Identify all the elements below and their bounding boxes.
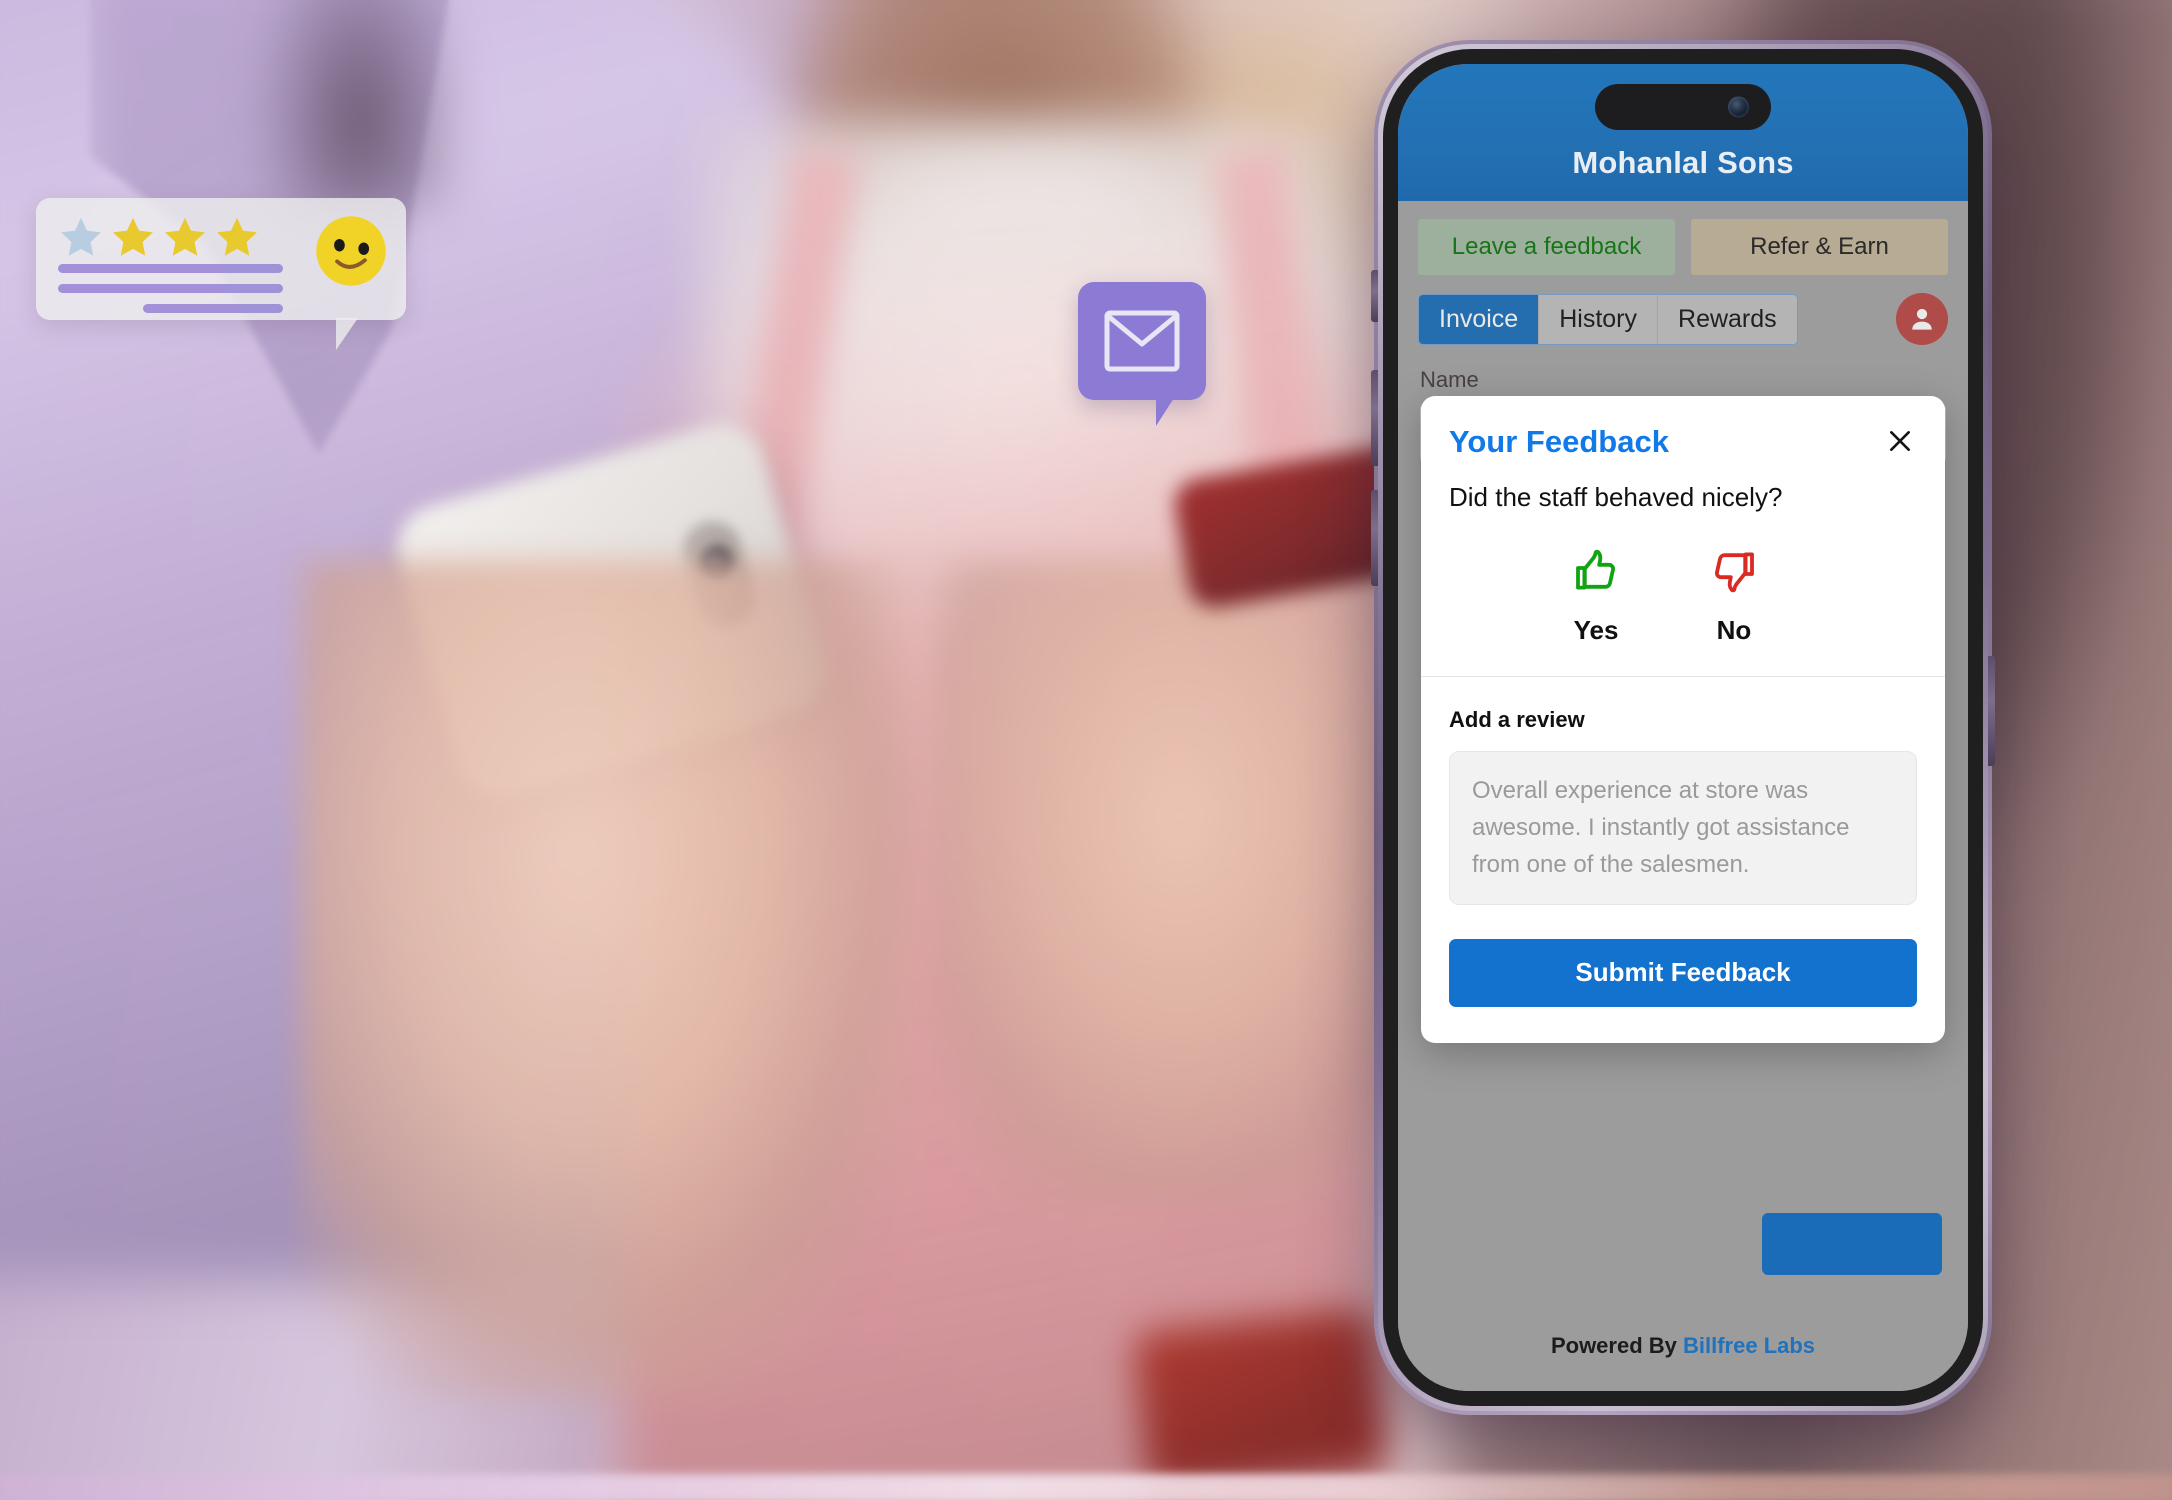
smiley-face-icon xyxy=(316,216,386,286)
feedback-option-no-label: No xyxy=(1716,615,1752,645)
mail-speech-bubble xyxy=(1078,282,1206,426)
close-button[interactable] xyxy=(1883,424,1917,458)
background-hands-left xyxy=(300,560,920,1400)
phone-silent-switch[interactable] xyxy=(1371,270,1378,322)
background-hands-right xyxy=(930,560,1450,1200)
feedback-modal-header: Your Feedback xyxy=(1449,424,1917,460)
powered-by-footer: Powered By Billfree Labs xyxy=(1398,1333,1968,1359)
feedback-option-yes[interactable]: Yes xyxy=(1553,547,1639,646)
phone-power-button[interactable] xyxy=(1988,656,1995,766)
phone-volume-up-button[interactable] xyxy=(1371,370,1378,466)
star-icon-filled xyxy=(113,217,153,256)
feedback-question: Did the staff behaved nicely? xyxy=(1449,482,1783,512)
star-rating xyxy=(58,214,260,260)
review-bubble-tail xyxy=(336,318,358,350)
phone-volume-down-button[interactable] xyxy=(1371,490,1378,586)
page-title: Mohanlal Sons xyxy=(1572,145,1794,180)
app-body: Leave a feedback Refer & Earn Invoice Hi… xyxy=(1398,201,1968,1391)
thumbs-up-icon xyxy=(1576,549,1615,590)
feedback-modal: Your Feedback Did the staff behaved nice… xyxy=(1421,396,1945,1043)
feedback-modal-bottom: Add a review Overall experience at store… xyxy=(1421,677,1945,1043)
feedback-option-no[interactable]: No xyxy=(1691,547,1777,646)
add-a-review-label: Add a review xyxy=(1449,707,1585,732)
phone-mockup: Mohanlal Sons Leave a feedback Refer & E… xyxy=(1371,40,1995,1415)
marketing-hero-scene: Mohanlal Sons Leave a feedback Refer & E… xyxy=(0,0,2172,1500)
feedback-options: Yes No xyxy=(1449,547,1917,646)
feedback-option-yes-label: Yes xyxy=(1573,615,1619,645)
powered-by-prefix: Powered By xyxy=(1550,1333,1683,1358)
mail-bubble-tail xyxy=(1156,398,1174,426)
review-textarea[interactable]: Overall experience at store was awesome.… xyxy=(1449,751,1917,905)
phone-screen: Mohanlal Sons Leave a feedback Refer & E… xyxy=(1398,64,1968,1391)
feedback-modal-title: Your Feedback xyxy=(1449,424,1669,459)
star-icon-filled xyxy=(217,217,257,256)
thumbs-down-icon xyxy=(1715,552,1754,593)
submit-feedback-button[interactable]: Submit Feedback xyxy=(1449,938,1917,1007)
envelope-icon xyxy=(1104,310,1180,372)
star-icon-empty xyxy=(61,217,101,256)
background-bottom-strip xyxy=(0,1474,2172,1500)
review-text-lines xyxy=(58,264,283,324)
app-header: Mohanlal Sons xyxy=(1398,64,1968,201)
feedback-modal-top: Your Feedback Did the staff behaved nice… xyxy=(1421,396,1945,676)
background-red-phone-lower xyxy=(1132,1307,1388,1493)
background-neck-shadow xyxy=(250,0,470,210)
brand-link[interactable]: Billfree Labs xyxy=(1683,1333,1815,1358)
review-speech-bubble xyxy=(36,198,406,350)
dynamic-island xyxy=(1595,84,1771,130)
star-icon-filled xyxy=(165,217,205,256)
front-camera-icon xyxy=(1728,96,1749,118)
close-icon xyxy=(1890,431,1910,451)
